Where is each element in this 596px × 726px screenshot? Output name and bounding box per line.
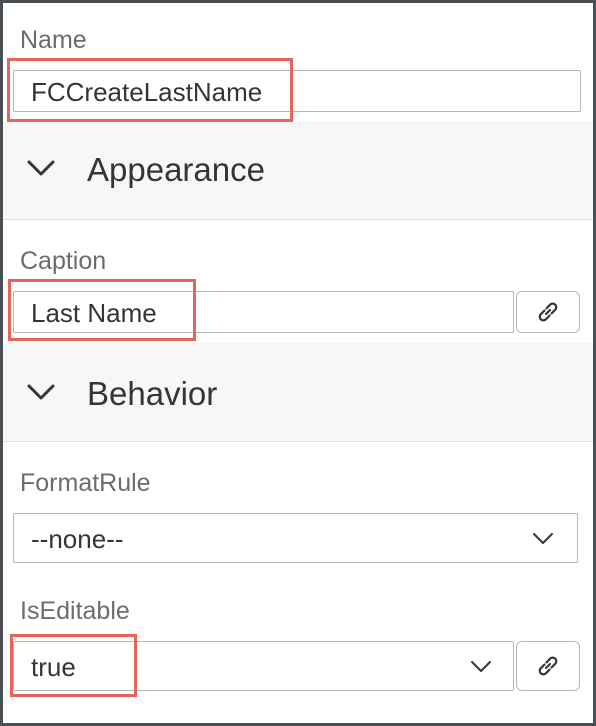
chevron-down-icon[interactable] (27, 383, 55, 401)
iseditable-label: IsEditable (20, 597, 130, 625)
behavior-section-title: Behavior (87, 375, 218, 412)
iseditable-bind-button[interactable] (516, 641, 580, 691)
link-icon (534, 652, 562, 680)
appearance-section-title: Appearance (87, 151, 265, 188)
formatrule-select-value: --none-- (31, 524, 124, 554)
appearance-section-header[interactable]: Appearance (3, 121, 593, 220)
behavior-section-header[interactable]: Behavior (3, 343, 593, 442)
iseditable-select[interactable]: true (13, 641, 514, 691)
name-label: Name (20, 26, 87, 54)
caption-bind-button[interactable] (516, 291, 580, 333)
link-icon (534, 298, 562, 326)
formatrule-label: FormatRule (20, 469, 151, 497)
chevron-down-icon[interactable] (532, 532, 554, 546)
caption-input[interactable]: Last Name (13, 291, 514, 333)
chevron-down-icon[interactable] (470, 660, 492, 674)
formatrule-select[interactable]: --none-- (13, 513, 578, 563)
name-input-value: FCCreateLastName (31, 77, 263, 107)
caption-input-value: Last Name (31, 298, 157, 328)
name-input[interactable]: FCCreateLastName (13, 70, 581, 112)
properties-panel: Name FCCreateLastName Appearance Caption… (0, 0, 596, 726)
iseditable-select-value: true (31, 652, 76, 682)
caption-label: Caption (20, 247, 107, 275)
chevron-down-icon[interactable] (27, 159, 55, 177)
